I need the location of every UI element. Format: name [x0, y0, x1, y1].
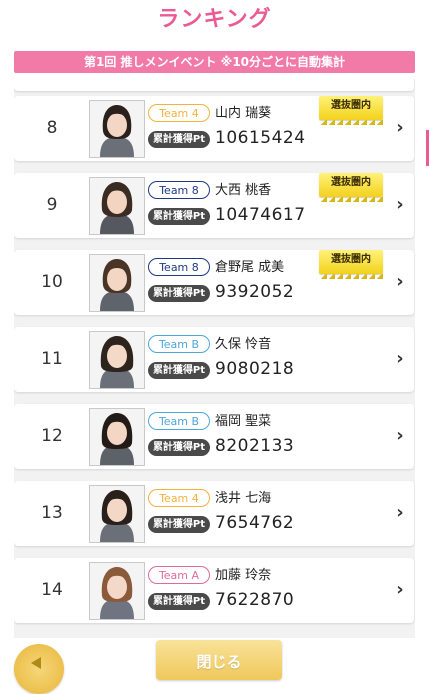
- points-value: 9392052: [215, 282, 295, 302]
- points-value: 9080218: [215, 359, 295, 379]
- selection-badge: 選抜圏内: [319, 173, 383, 202]
- rank-number: 10: [41, 272, 63, 292]
- member-photo: [89, 408, 145, 466]
- chevron-right-icon[interactable]: ›: [392, 194, 408, 216]
- team-badge: Team 8: [148, 181, 210, 199]
- member-name: 倉野尾 成美: [215, 260, 285, 275]
- points-label: 累計獲得Pt: [148, 439, 210, 456]
- rank-number: 8: [46, 118, 58, 138]
- member-photo: [89, 485, 145, 543]
- ranking-row[interactable]: 10 Team 8 倉野尾 成美 累計獲得Pt 9392052 選抜圏内 ›: [14, 250, 414, 315]
- team-badge: Team B: [148, 335, 210, 353]
- points-label: 累計獲得Pt: [148, 131, 210, 148]
- member-photo: [89, 254, 145, 312]
- points-value: 7622870: [215, 590, 295, 610]
- points-value: 7654762: [215, 513, 295, 533]
- back-arrow-icon: [31, 657, 41, 669]
- points-label: 累計獲得Pt: [148, 516, 210, 533]
- chevron-right-icon[interactable]: ›: [392, 425, 408, 447]
- member-name: 浅井 七海: [215, 491, 272, 506]
- points-label: 累計獲得Pt: [148, 362, 210, 379]
- points-label: 累計獲得Pt: [148, 285, 210, 302]
- ranking-row[interactable]: 9 Team 8 大西 桃香 累計獲得Pt 10474617 選抜圏内 ›: [14, 173, 414, 238]
- member-name: 福岡 聖菜: [215, 414, 272, 429]
- points-label: 累計獲得Pt: [148, 208, 210, 225]
- ranking-row[interactable]: 14 Team A 加藤 玲奈 累計獲得Pt 7622870 ›: [14, 558, 414, 623]
- ranking-list: 8 Team 4 山内 瑞葵 累計獲得Pt 10615424 選抜圏内 › 9 …: [14, 78, 415, 638]
- chevron-right-icon[interactable]: ›: [392, 579, 408, 601]
- team-badge: Team A: [148, 566, 210, 584]
- close-button[interactable]: 閉じる: [156, 640, 282, 680]
- member-name: 久保 怜音: [215, 337, 272, 352]
- points-label: 累計獲得Pt: [148, 593, 210, 610]
- member-photo: [89, 562, 145, 620]
- rank-number: 14: [41, 580, 63, 600]
- selection-badge: 選抜圏内: [319, 250, 383, 279]
- rank-number: 11: [41, 349, 63, 369]
- page-title: ランキング: [157, 7, 272, 32]
- team-badge: Team B: [148, 412, 210, 430]
- points-value: 10474617: [215, 205, 306, 225]
- team-badge: Team 4: [148, 489, 210, 507]
- member-photo: [89, 100, 145, 158]
- ranking-row[interactable]: 11 Team B 久保 怜音 累計獲得Pt 9080218 ›: [14, 327, 414, 392]
- event-banner: 第1回 推しメンイベント ※10分ごとに自動集計: [14, 51, 415, 73]
- member-photo: [89, 177, 145, 235]
- ranking-row[interactable]: 13 Team 4 浅井 七海 累計獲得Pt 7654762 ›: [14, 481, 414, 546]
- rank-number: 13: [41, 503, 63, 523]
- chevron-right-icon[interactable]: ›: [392, 348, 408, 370]
- points-value: 8202133: [215, 436, 295, 456]
- chevron-right-icon[interactable]: ›: [392, 117, 408, 139]
- previous-card-edge: [14, 78, 414, 91]
- member-name: 山内 瑞葵: [215, 106, 272, 121]
- rank-number: 12: [41, 426, 63, 446]
- selection-badge: 選抜圏内: [319, 96, 383, 125]
- points-value: 10615424: [215, 128, 306, 148]
- member-name: 加藤 玲奈: [215, 568, 272, 583]
- member-name: 大西 桃香: [215, 183, 272, 198]
- team-badge: Team 4: [148, 104, 210, 122]
- chevron-right-icon[interactable]: ›: [392, 502, 408, 524]
- rank-number: 9: [46, 195, 58, 215]
- chevron-right-icon[interactable]: ›: [392, 271, 408, 293]
- back-button[interactable]: [14, 644, 64, 694]
- member-photo: [89, 331, 145, 389]
- ranking-row[interactable]: 8 Team 4 山内 瑞葵 累計獲得Pt 10615424 選抜圏内 ›: [14, 96, 414, 161]
- team-badge: Team 8: [148, 258, 210, 276]
- ranking-row[interactable]: 12 Team B 福岡 聖菜 累計獲得Pt 8202133 ›: [14, 404, 414, 469]
